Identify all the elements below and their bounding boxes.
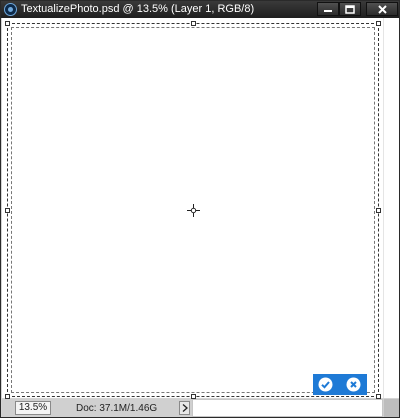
horizontal-scrollbar[interactable]: [192, 399, 383, 417]
document-window: TextualizePhoto.psd @ 13.5% (Layer 1, RG…: [0, 0, 400, 418]
vertical-scrollbar[interactable]: [383, 18, 399, 398]
transform-handle-top-center[interactable]: [191, 21, 196, 26]
scrollbar-corner: [384, 399, 399, 417]
minimize-icon: [324, 10, 332, 12]
maximize-icon: [345, 4, 355, 14]
maximize-button[interactable]: [339, 2, 361, 16]
commit-transform-button[interactable]: [318, 377, 333, 392]
title-bar[interactable]: TextualizePhoto.psd @ 13.5% (Layer 1, RG…: [1, 1, 399, 18]
chevron-right-icon: [182, 404, 188, 412]
crosshair-icon[interactable]: [187, 204, 200, 217]
transform-handle-middle-right[interactable]: [376, 208, 381, 213]
zoom-level-field[interactable]: 13.5%: [15, 401, 51, 415]
status-menu-button[interactable]: [179, 401, 190, 415]
cancel-transform-button[interactable]: [346, 377, 361, 392]
photoshop-app-icon: [4, 3, 17, 16]
cancel-icon: [346, 377, 361, 392]
document-size-info[interactable]: Doc: 37.1M/1.46G: [76, 402, 157, 415]
checkmark-icon: [318, 377, 333, 392]
transform-commit-bar: [313, 374, 367, 395]
status-bar: 13.5% Doc: 37.1M/1.46G: [2, 399, 399, 417]
transform-handle-middle-left[interactable]: [5, 208, 10, 213]
window-title: TextualizePhoto.psd @ 13.5% (Layer 1, RG…: [21, 3, 255, 15]
close-button[interactable]: [366, 2, 398, 16]
transform-handle-top-left[interactable]: [5, 21, 10, 26]
close-icon: [377, 4, 387, 14]
transform-handle-top-right[interactable]: [376, 21, 381, 26]
minimize-button[interactable]: [317, 2, 339, 16]
